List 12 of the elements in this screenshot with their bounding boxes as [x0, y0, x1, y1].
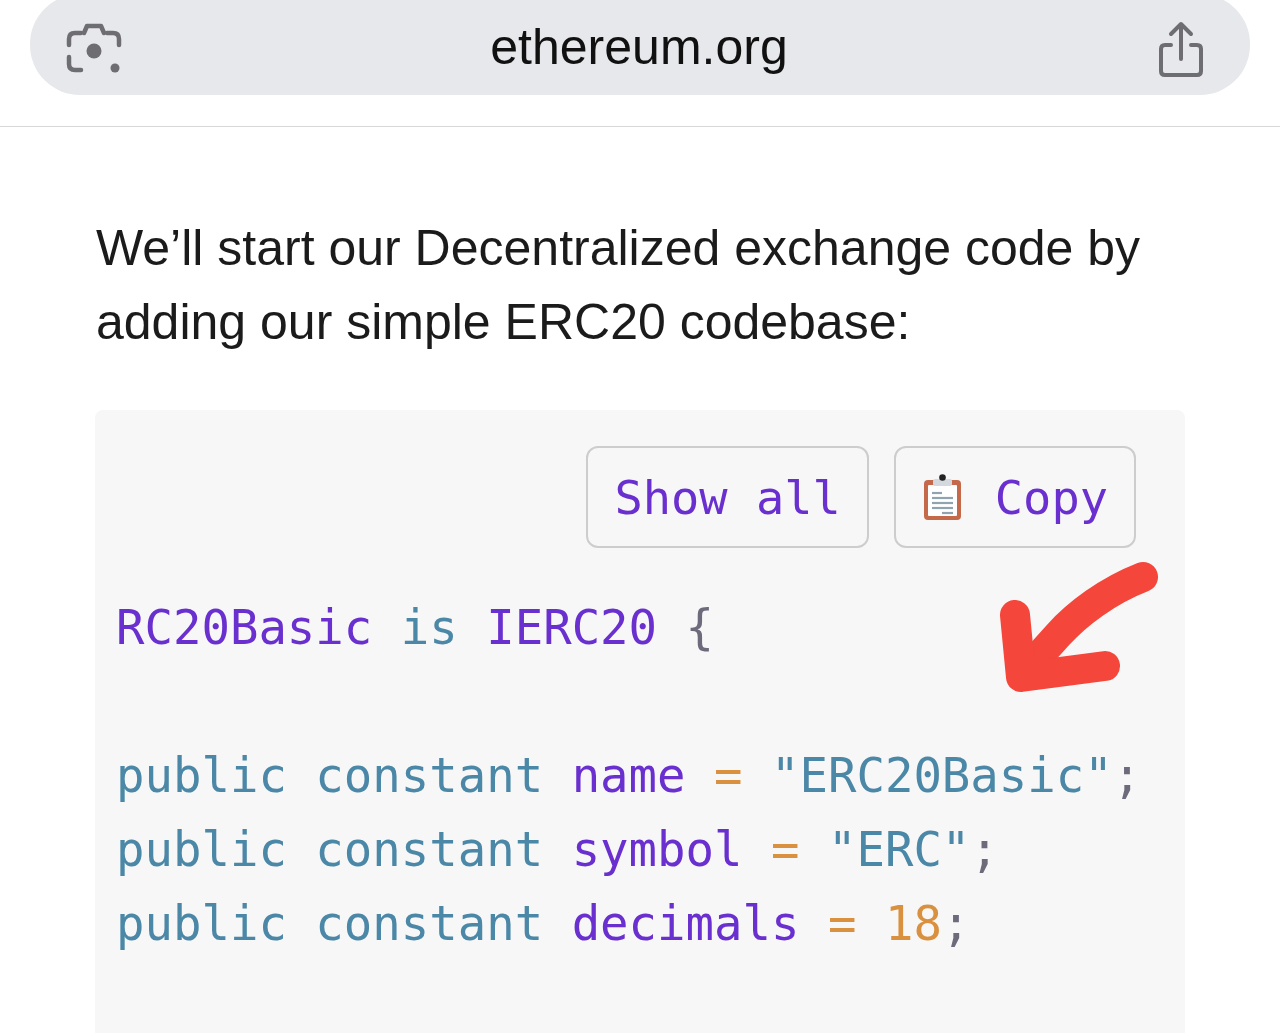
camera-icon[interactable] — [66, 22, 122, 75]
copy-button[interactable]: Copy — [893, 446, 1136, 548]
code-line: public constant name = "ERC20Basic"; — [116, 747, 1142, 805]
url-text: ethereum.org — [490, 17, 788, 76]
show-all-button[interactable]: Show all — [586, 446, 869, 548]
address-field[interactable]: ethereum.org — [30, 0, 1250, 95]
share-icon[interactable] — [1156, 20, 1206, 77]
paragraph: We’ll start our Decentralized exchange code by adding our simple ERC20 codebase: — [96, 219, 1142, 352]
code-line: public constant decimals = 18; — [116, 895, 971, 953]
code-line: RC20Basic is IERC20 { — [116, 599, 715, 657]
code-line: public constant symbol = "ERC"; — [116, 821, 999, 879]
clipboard-icon — [921, 474, 963, 520]
